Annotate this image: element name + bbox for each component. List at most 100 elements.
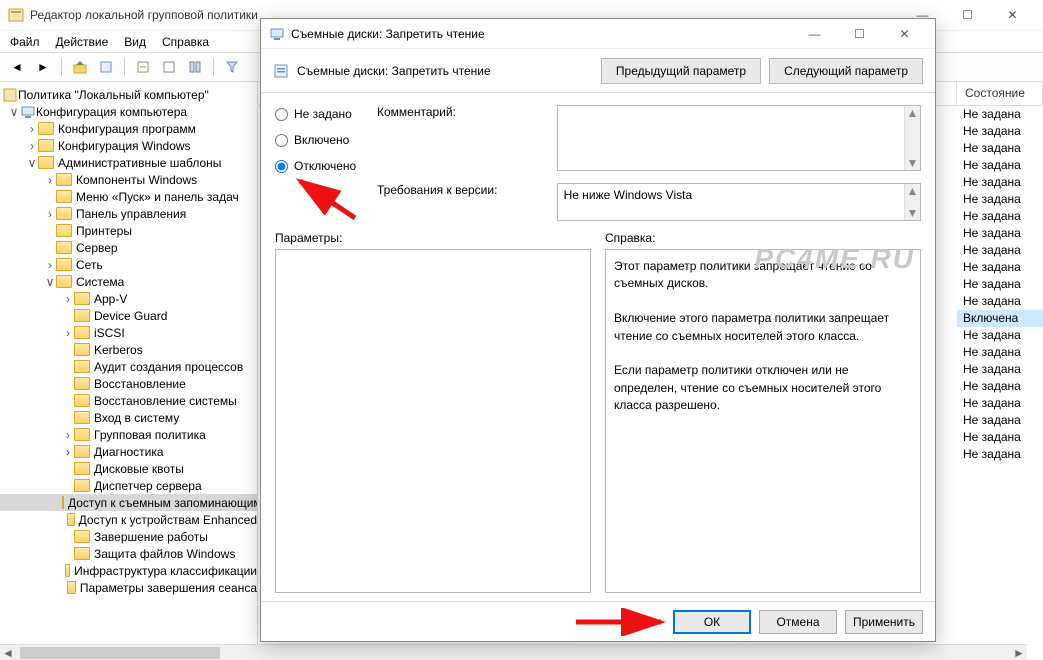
tree-sw-cfg[interactable]: ›Конфигурация программ: [0, 120, 257, 137]
tree-kerberos[interactable]: Kerberos: [0, 341, 257, 358]
tree-logon[interactable]: Вход в систему: [0, 409, 257, 426]
dialog-maximize-button[interactable]: ☐: [837, 20, 882, 48]
state-cell[interactable]: Не задана: [957, 140, 1043, 157]
folder-icon: [74, 462, 90, 475]
back-button[interactable]: ◄: [6, 56, 28, 78]
tree-computer-cfg[interactable]: ∨Конфигурация компьютера: [0, 103, 257, 120]
maximize-button[interactable]: ☐: [945, 1, 990, 29]
next-setting-button[interactable]: Следующий параметр: [769, 58, 923, 84]
state-cell[interactable]: Не задана: [957, 208, 1043, 225]
ok-button[interactable]: ОК: [673, 610, 751, 634]
tree-wfp[interactable]: Защита файлов Windows: [0, 545, 257, 562]
menu-view[interactable]: Вид: [124, 35, 146, 49]
state-cell[interactable]: Включена: [957, 310, 1043, 327]
scrollbar[interactable]: ▲▼: [904, 184, 920, 220]
state-column: Не заданаНе заданаНе заданаНе заданаНе з…: [957, 106, 1043, 463]
tree-diag[interactable]: ›Диагностика: [0, 443, 257, 460]
scrollbar[interactable]: ▲▼: [904, 106, 920, 170]
tree-printers[interactable]: Принтеры: [0, 222, 257, 239]
state-cell[interactable]: Не задана: [957, 327, 1043, 344]
state-cell[interactable]: Не задана: [957, 361, 1043, 378]
tree-shutdown[interactable]: Завершение работы: [0, 528, 257, 545]
tree-adm-tmpl[interactable]: ∨Административные шаблоны: [0, 154, 257, 171]
tree-appv[interactable]: ›App-V: [0, 290, 257, 307]
tree-server[interactable]: Сервер: [0, 239, 257, 256]
menu-help[interactable]: Справка: [162, 35, 209, 49]
tree-system[interactable]: ∨Система: [0, 273, 257, 290]
menu-action[interactable]: Действие: [56, 35, 109, 49]
state-cell[interactable]: Не задана: [957, 191, 1043, 208]
up-button[interactable]: [69, 56, 91, 78]
state-cell[interactable]: Не задана: [957, 429, 1043, 446]
tree-shutdown-params[interactable]: Параметры завершения сеанса: [0, 579, 257, 596]
apply-button[interactable]: Применить: [845, 610, 923, 634]
tree-win-cfg[interactable]: ›Конфигурация Windows: [0, 137, 257, 154]
folder-icon: [74, 547, 90, 560]
tree-proc-audit[interactable]: Аудит создания процессов: [0, 358, 257, 375]
state-cell[interactable]: Не задана: [957, 446, 1043, 463]
scroll-right-icon[interactable]: ►: [1011, 646, 1027, 660]
folder-icon: [74, 377, 90, 390]
close-button[interactable]: ✕: [990, 1, 1035, 29]
state-cell[interactable]: Не задана: [957, 157, 1043, 174]
tree-win-comp[interactable]: ›Компоненты Windows: [0, 171, 257, 188]
state-cell[interactable]: Не задана: [957, 378, 1043, 395]
forward-button[interactable]: ►: [32, 56, 54, 78]
tree-network[interactable]: ›Сеть: [0, 256, 257, 273]
tree-item-label: Диспетчер сервера: [94, 479, 202, 493]
tree-srv-mgr[interactable]: Диспетчер сервера: [0, 477, 257, 494]
state-cell[interactable]: Не задана: [957, 174, 1043, 191]
prev-setting-button[interactable]: Предыдущий параметр: [601, 58, 761, 84]
state-cell[interactable]: Не задана: [957, 276, 1043, 293]
state-cell[interactable]: Не задана: [957, 242, 1043, 259]
cancel-button[interactable]: Отмена: [759, 610, 837, 634]
tree-enh-dev[interactable]: Доступ к устройствам Enhanced: [0, 511, 257, 528]
tree-start-task[interactable]: Меню «Пуск» и панель задач: [0, 188, 257, 205]
state-cell[interactable]: Не задана: [957, 106, 1043, 123]
tree-infra[interactable]: Инфраструктура классификации: [0, 562, 257, 579]
radio-label: Включено: [294, 133, 349, 147]
tree-pane[interactable]: Политика "Локальный компьютер" ∨Конфигур…: [0, 82, 258, 652]
state-cell[interactable]: Не задана: [957, 412, 1043, 429]
menu-file[interactable]: Файл: [10, 35, 40, 49]
tree-sys-restore[interactable]: Восстановление системы: [0, 392, 257, 409]
tree-item-label: Восстановление системы: [94, 394, 237, 408]
tree-disk-quota[interactable]: Дисковые квоты: [0, 460, 257, 477]
tree-devguard[interactable]: Device Guard: [0, 307, 257, 324]
tree-recovery[interactable]: Восстановление: [0, 375, 257, 392]
export-button[interactable]: [132, 56, 154, 78]
tree-root[interactable]: Политика "Локальный компьютер": [0, 86, 257, 103]
properties-button[interactable]: [95, 56, 117, 78]
filter-button[interactable]: [158, 56, 180, 78]
horizontal-scrollbar[interactable]: ◄ ►: [0, 644, 1027, 660]
state-cell[interactable]: Не задана: [957, 259, 1043, 276]
scrollbar-thumb[interactable]: [20, 647, 220, 659]
state-cell[interactable]: Не задана: [957, 293, 1043, 310]
folder-icon: [74, 530, 90, 543]
tree-gp[interactable]: ›Групповая политика: [0, 426, 257, 443]
comment-textarea[interactable]: ▲▼: [557, 105, 921, 171]
funnel-icon[interactable]: [221, 56, 243, 78]
scroll-left-icon[interactable]: ◄: [0, 646, 16, 660]
radio-enabled[interactable]: Включено: [275, 133, 363, 147]
radio-disabled[interactable]: Отключено: [275, 159, 363, 173]
state-cell[interactable]: Не задана: [957, 344, 1043, 361]
folder-icon: [74, 479, 90, 492]
grid-header-state[interactable]: Состояние: [957, 82, 1043, 105]
folder-icon: [56, 258, 72, 271]
radio-not-configured[interactable]: Не задано: [275, 107, 363, 121]
state-cell[interactable]: Не задана: [957, 123, 1043, 140]
tree-iscsi[interactable]: ›iSCSI: [0, 324, 257, 341]
comment-label: Комментарий:: [377, 105, 543, 119]
help-text: Если параметр политики отключен или не о…: [614, 362, 912, 414]
state-cell[interactable]: Не задана: [957, 225, 1043, 242]
tree-ctrl-panel[interactable]: ›Панель управления: [0, 205, 257, 222]
state-cell[interactable]: Не задана: [957, 395, 1043, 412]
columns-button[interactable]: [184, 56, 206, 78]
tree-item-label: Сервер: [76, 241, 118, 255]
dialog-close-button[interactable]: ✕: [882, 20, 927, 48]
tree-removable[interactable]: Доступ к съемным запоминающим: [0, 494, 257, 511]
dialog-minimize-button[interactable]: —: [792, 20, 837, 48]
folder-icon: [74, 394, 90, 407]
radio-label: Отключено: [294, 159, 356, 173]
